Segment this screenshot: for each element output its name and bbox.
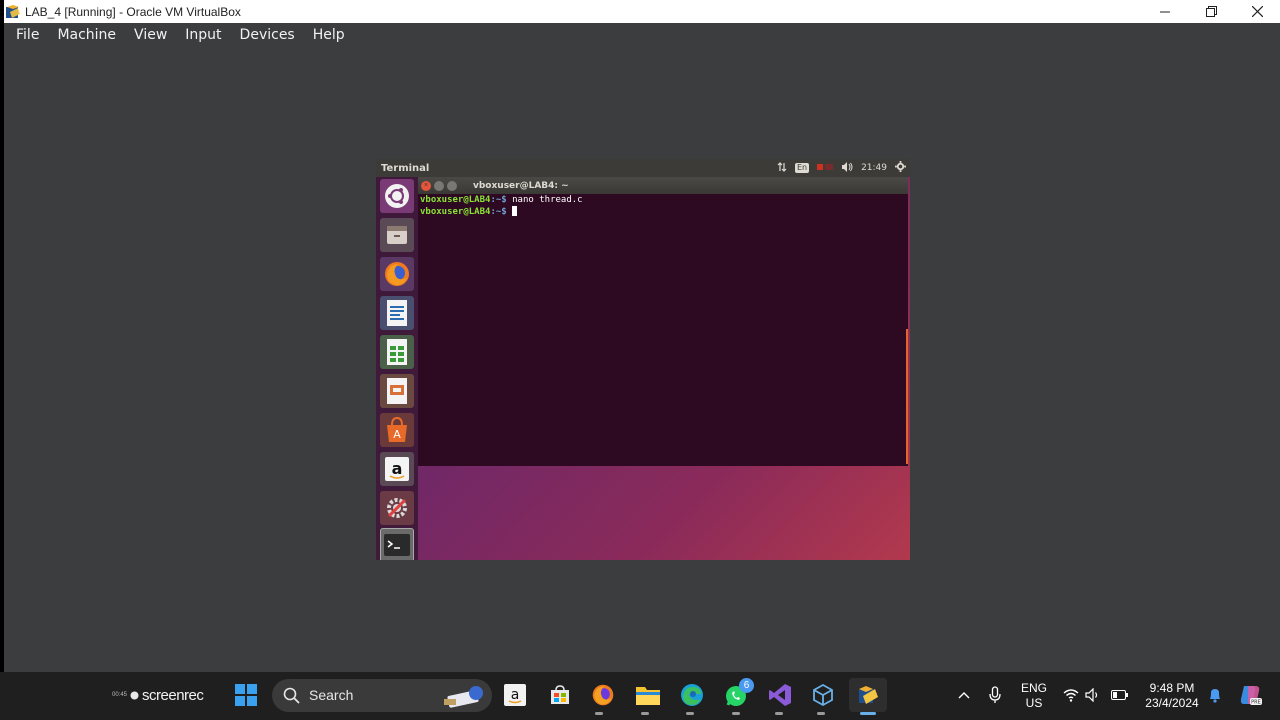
menu-input[interactable]: Input <box>176 27 230 43</box>
svg-text:PRE: PRE <box>1251 700 1261 706</box>
recording-timer: 00:45 <box>112 692 128 698</box>
firefox-taskbar-icon[interactable] <box>590 682 616 708</box>
terminal-window[interactable]: × vboxuser@LAB4: ~ vboxuser@LAB4:~$ nano… <box>418 177 908 466</box>
network-icon[interactable] <box>777 161 787 175</box>
visual-studio-icon[interactable] <box>767 682 793 708</box>
menu-help[interactable]: Help <box>304 27 354 43</box>
menu-devices[interactable]: Devices <box>231 27 304 43</box>
edge-icon[interactable] <box>678 682 706 708</box>
software-center-icon[interactable]: A <box>380 413 414 447</box>
guest-screen[interactable]: Terminal En 21:49 A a × vboxuser@LAB4: ~… <box>376 159 910 560</box>
wifi-icon[interactable] <box>1062 686 1080 704</box>
clock-time: 9:48 PM <box>1149 681 1195 695</box>
svg-text:a: a <box>392 459 403 478</box>
cube-app-icon[interactable] <box>810 682 836 708</box>
chevron-up-icon[interactable] <box>955 686 973 704</box>
terminal-icon[interactable] <box>380 528 414 560</box>
running-indicator <box>732 712 740 715</box>
terminal-maximize-button[interactable] <box>447 180 457 191</box>
terminal-scrollbar[interactable] <box>906 329 908 464</box>
terminal-titlebar: × vboxuser@LAB4: ~ <box>418 177 908 194</box>
battery-icon[interactable] <box>1110 686 1130 704</box>
guest-active-app-title: Terminal <box>381 162 430 174</box>
terminal-cursor <box>512 206 518 216</box>
menu-bar: File Machine View Input Devices Help <box>4 23 1280 47</box>
calc-icon[interactable] <box>380 335 414 369</box>
guest-clock[interactable]: 21:49 <box>861 163 887 173</box>
virtualbox-app-icon <box>5 4 21 20</box>
virtualbox-taskbar-icon[interactable] <box>849 678 887 712</box>
screenrec-widget[interactable]: 00:45 screenrec <box>112 684 204 706</box>
terminal-minimize-button[interactable] <box>434 180 444 191</box>
search-icon <box>283 687 300 709</box>
notification-badge: 6 <box>739 678 754 693</box>
file-explorer-icon[interactable] <box>634 683 662 707</box>
terminal-line: vboxuser@LAB4:~$ nano thread.c <box>420 195 583 205</box>
window-titlebar: LAB_4 [Running] - Oracle VM VirtualBox <box>4 0 1280 23</box>
microsoft-store-icon[interactable] <box>547 683 573 707</box>
unity-launcher: A a <box>376 177 418 560</box>
volume-icon[interactable] <box>841 161 853 175</box>
running-indicator <box>817 712 825 715</box>
svg-text:a: a <box>511 687 520 703</box>
taskbar-search[interactable]: Search <box>272 679 492 712</box>
system-clock[interactable]: 9:48 PM 23/4/2024 <box>1140 679 1204 713</box>
running-indicator <box>641 712 649 715</box>
terminal-title: vboxuser@LAB4: ~ <box>473 180 569 191</box>
settings-icon[interactable] <box>380 491 414 525</box>
guest-top-panel: Terminal En 21:49 <box>376 159 910 177</box>
running-indicator <box>686 712 694 715</box>
firefox-icon[interactable] <box>380 257 414 291</box>
menu-file[interactable]: File <box>4 27 48 43</box>
keyboard-layout-indicator[interactable]: En <box>794 163 810 173</box>
menu-machine[interactable]: Machine <box>48 27 125 43</box>
amazon-icon[interactable]: a <box>380 452 414 486</box>
search-highlight-icon <box>442 683 486 714</box>
gear-icon[interactable] <box>895 161 906 175</box>
windows-start-icon[interactable] <box>233 682 259 708</box>
close-button[interactable] <box>1234 0 1280 23</box>
terminal-close-button[interactable]: × <box>421 180 431 191</box>
microphone-icon[interactable] <box>986 684 1004 706</box>
running-indicator <box>595 712 603 715</box>
terminal-output[interactable]: vboxuser@LAB4:~$ nano thread.c vboxuser@… <box>418 194 908 466</box>
running-indicator <box>775 712 783 715</box>
restore-button[interactable] <box>1188 0 1234 23</box>
window-title: LAB_4 [Running] - Oracle VM VirtualBox <box>25 4 241 19</box>
search-label: Search <box>309 687 354 703</box>
speaker-icon[interactable] <box>1084 686 1102 704</box>
menu-view[interactable]: View <box>125 27 176 43</box>
impress-icon[interactable] <box>380 374 414 408</box>
notification-bell-icon[interactable] <box>1206 685 1224 705</box>
screenrec-logo: screenrec <box>142 686 204 704</box>
minimize-button[interactable] <box>1142 0 1188 23</box>
amazon-taskbar-icon[interactable]: a <box>503 683 527 707</box>
language-indicator[interactable]: ENG US <box>1012 680 1056 712</box>
ubuntu-logo-icon[interactable] <box>380 179 414 213</box>
svg-text:A: A <box>393 428 401 441</box>
files-icon[interactable] <box>380 218 414 252</box>
copilot-icon[interactable]: PRE <box>1236 682 1264 708</box>
active-app-indicator <box>860 712 876 715</box>
writer-icon[interactable] <box>380 296 414 330</box>
recording-indicator-icon <box>817 163 834 174</box>
terminal-line: vboxuser@LAB4:~$ <box>420 206 906 218</box>
clock-date: 23/4/2024 <box>1145 696 1199 710</box>
whatsapp-icon[interactable]: 6 <box>722 678 754 710</box>
